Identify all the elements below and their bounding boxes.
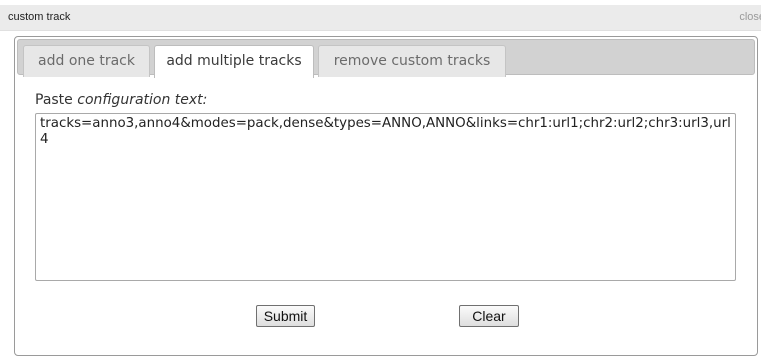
clear-button[interactable]: Clear — [459, 305, 519, 327]
custom-track-dialog: add one track add multiple tracks remove… — [14, 36, 758, 356]
tab-strip: add one track add multiple tracks remove… — [17, 39, 755, 78]
close-link[interactable]: close — [739, 11, 761, 23]
config-prompt-prefix: Paste — [35, 92, 78, 108]
tab-add-multiple-tracks[interactable]: add multiple tracks — [154, 45, 314, 78]
config-prompt-emphasis: configuration text: — [77, 92, 208, 108]
dialog-title-bar: custom track close — [0, 5, 761, 31]
tab-add-one-track[interactable]: add one track — [23, 45, 150, 77]
submit-button[interactable]: Submit — [256, 305, 315, 327]
dialog-title: custom track — [8, 11, 71, 23]
config-prompt-label: Paste configuration text: — [35, 92, 207, 108]
config-text-input[interactable]: tracks=anno3,anno4&modes=pack,dense&type… — [35, 113, 736, 281]
tab-remove-custom-tracks[interactable]: remove custom tracks — [318, 45, 506, 77]
